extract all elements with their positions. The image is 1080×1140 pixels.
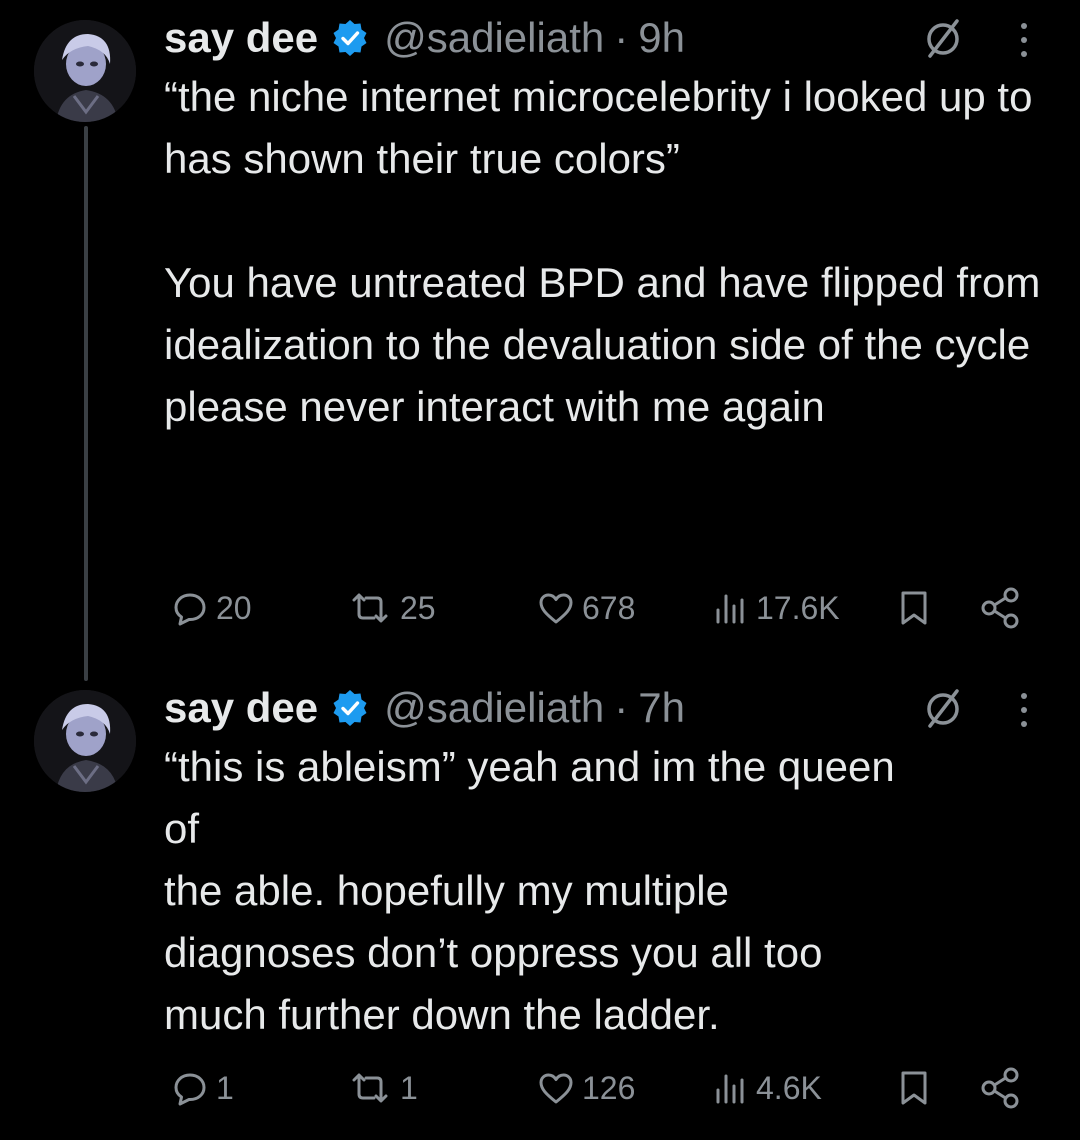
repost-button[interactable]: 25 [346, 580, 436, 636]
vertical-ellipsis-icon[interactable] [1012, 16, 1036, 64]
reply-count: 20 [216, 589, 252, 626]
bar-chart-icon [716, 1074, 744, 1104]
reply-button[interactable]: 1 [170, 1060, 234, 1116]
bar-chart-icon [716, 594, 744, 624]
like-button[interactable]: 126 [536, 1060, 635, 1116]
tweet-text: “this is ableism” yeah and im the queen … [164, 736, 1044, 1046]
bookmark-icon [901, 1071, 927, 1105]
bookmark-icon [901, 591, 927, 625]
avatar[interactable] [34, 20, 136, 122]
separator-dot: · [614, 684, 629, 731]
timestamp[interactable]: 7h [638, 684, 685, 732]
views-button[interactable]: 17.6K [710, 580, 840, 636]
bookmark-button[interactable] [894, 1060, 934, 1116]
avatar[interactable] [34, 690, 136, 792]
share-button[interactable] [978, 580, 1022, 636]
user-handle[interactable]: @sadieliath [384, 684, 604, 732]
repost-arrows-icon [352, 593, 388, 623]
views-count: 4.6K [756, 1069, 822, 1106]
repost-count: 1 [400, 1069, 418, 1106]
display-name[interactable]: say dee [164, 14, 318, 62]
repost-button[interactable]: 1 [346, 1060, 418, 1116]
share-nodes-icon [981, 1067, 1019, 1109]
tweet-actions: 20 25 678 17.6K [0, 580, 1080, 636]
tweet-text: “the niche internet microcelebrity i loo… [164, 66, 1044, 438]
heart-icon [539, 1073, 573, 1104]
views-count: 17.6K [756, 589, 840, 626]
tweet-paragraph: “the niche internet microcelebrity i loo… [164, 73, 1033, 182]
user-handle[interactable]: @sadieliath [384, 14, 604, 62]
share-button[interactable] [978, 1060, 1022, 1116]
tweet-paragraph: You have untreated BPD and have flipped … [164, 259, 1041, 430]
views-button[interactable]: 4.6K [710, 1060, 822, 1116]
like-count: 678 [582, 589, 636, 626]
verified-badge-icon [330, 688, 370, 728]
separator-dot: · [614, 14, 629, 61]
display-name[interactable]: say dee [164, 684, 318, 732]
like-count: 126 [582, 1069, 636, 1106]
tweet-header: say dee @sadieliath · 9h [164, 10, 1044, 66]
vertical-ellipsis-icon[interactable] [1012, 686, 1036, 734]
tweet-line: much further down the ladder. [164, 991, 720, 1038]
tweet-line: the able. hopefully my multiple [164, 867, 729, 914]
speech-bubble-icon [174, 593, 206, 626]
tweet-line: of [164, 805, 200, 852]
muted-circle-slash-icon[interactable] [920, 684, 968, 732]
tweet-actions: 1 1 126 4.6K [0, 1060, 1080, 1116]
tweet-line: “this is ableism” yeah and im the queen [164, 743, 895, 790]
reply-count: 1 [216, 1069, 234, 1106]
heart-icon [539, 593, 573, 624]
muted-circle-slash-icon[interactable] [920, 14, 968, 62]
timestamp[interactable]: 9h [638, 14, 685, 62]
bookmark-button[interactable] [894, 580, 934, 636]
like-button[interactable]: 678 [536, 580, 635, 636]
repost-count: 25 [400, 589, 436, 626]
reply-button[interactable]: 20 [170, 580, 252, 636]
verified-badge-icon [330, 18, 370, 58]
share-nodes-icon [981, 587, 1019, 629]
tweet-header: say dee @sadieliath · 7h [164, 680, 1044, 736]
speech-bubble-icon [174, 1073, 206, 1106]
repost-arrows-icon [352, 1073, 388, 1103]
tweet-line: diagnoses don’t oppress you all too [164, 929, 823, 976]
